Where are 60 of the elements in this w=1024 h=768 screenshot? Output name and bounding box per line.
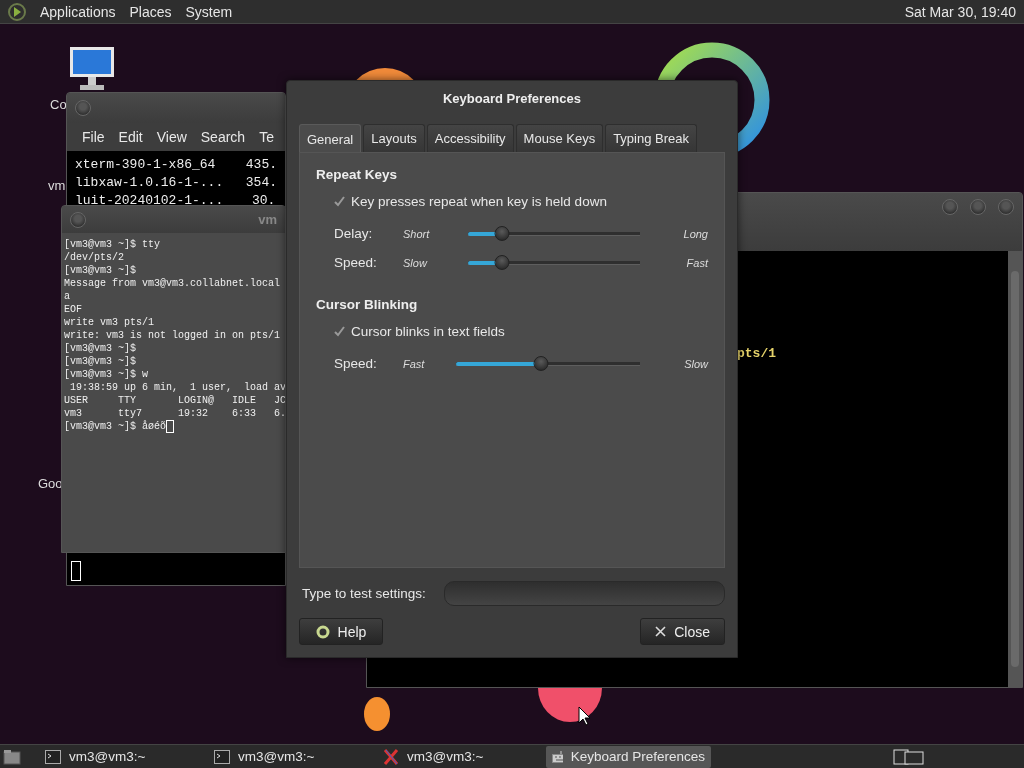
- terminal-line: 19:38:59 up 6 min, 1 user, load av: [69, 381, 283, 394]
- window-title: vm: [258, 212, 277, 227]
- terminal-line: write vm3 pts/1: [64, 316, 155, 329]
- taskbar-button[interactable]: vm3@vm3:~: [208, 745, 373, 768]
- desktop-icon-label[interactable]: Co: [50, 97, 67, 112]
- terminal-line: [vm3@vm3 ~]$: [64, 342, 137, 355]
- terminal-line: vm3 tty7 19:32 6:33 6.: [64, 407, 283, 420]
- panel-menu[interactable]: Applications: [40, 3, 116, 20]
- terminal-line: Message from vm3@vm3.collabnet.local: [64, 277, 282, 290]
- package-size: 354.: [245, 174, 277, 190]
- slider-min-label: Fast: [403, 357, 425, 370]
- menu-item[interactable]: Te: [252, 129, 281, 145]
- package-size: 30.: [252, 192, 276, 208]
- panel-menu[interactable]: System: [185, 3, 233, 20]
- panel-menu[interactable]: Places: [129, 3, 172, 20]
- slider-max-label: Slow: [684, 357, 708, 370]
- taskbar-button[interactable]: Keyboard Preferences: [546, 745, 711, 768]
- checkbox-label[interactable]: Key presses repeat when key is held down: [351, 194, 607, 209]
- slider-max-label: Long: [683, 227, 708, 240]
- tab[interactable]: Mouse Keys: [515, 124, 604, 152]
- slider-min-label: Short: [403, 227, 430, 240]
- terminal-line: [vm3@vm3 ~]$ tty: [64, 238, 161, 251]
- package-name: xterm-390-1-x86_64: [75, 156, 217, 172]
- slider-label: Speed:: [334, 255, 378, 270]
- package-name: luit-20240102-1-...: [75, 192, 225, 208]
- package-name: libxaw-1.0.16-1-...: [75, 174, 225, 190]
- terminal-line: [vm3@vm3 ~]$ åøéõ: [64, 420, 283, 434]
- terminal-line: EOF: [64, 303, 83, 316]
- terminal-line: write: vm3 is not logged in on pts/1: [64, 329, 282, 342]
- desktop-icon-label[interactable]: vm: [48, 178, 66, 193]
- help-button[interactable]: Help: [299, 618, 383, 645]
- slider-label: Delay:: [334, 226, 374, 241]
- slider-min-label: Slow: [403, 256, 427, 269]
- menu-item[interactable]: Search: [193, 129, 253, 145]
- menu-item[interactable]: View: [149, 129, 194, 145]
- terminal-line: pts/1: [737, 346, 776, 361]
- menu-item[interactable]: Edit: [111, 129, 150, 145]
- menu-item[interactable]: File: [75, 129, 112, 145]
- tab[interactable]: Layouts: [363, 124, 425, 152]
- terminal-line: USER TTY LOGIN@ IDLE JC: [64, 394, 283, 407]
- clock-text: Sat Mar 30, 19:40: [904, 3, 1016, 20]
- dialog-title: Keyboard Preferences: [443, 90, 581, 106]
- terminal-line: /dev/pts/2: [64, 251, 125, 264]
- terminal-line: [vm3@vm3 ~]$: [64, 264, 137, 277]
- close-button[interactable]: Close: [640, 618, 725, 645]
- tab[interactable]: General: [299, 124, 362, 153]
- field-label: Type to test settings:: [301, 585, 426, 601]
- tab[interactable]: Typing Break: [605, 124, 697, 152]
- slider-max-label: Fast: [686, 256, 708, 269]
- slider-label: Speed:: [334, 356, 378, 371]
- tab[interactable]: Accessibility: [426, 124, 514, 152]
- package-size: 435.: [245, 156, 277, 172]
- taskbar-button[interactable]: vm3@vm3:~: [39, 745, 204, 768]
- terminal-line: [vm3@vm3 ~]$ w: [64, 368, 149, 381]
- taskbar-button[interactable]: vm3@vm3:~: [377, 745, 542, 768]
- terminal-line: a: [64, 290, 71, 303]
- section-heading: Repeat Keys: [316, 167, 399, 182]
- section-heading: Cursor Blinking: [316, 297, 419, 312]
- terminal-line: [vm3@vm3 ~]$: [64, 355, 137, 368]
- checkbox-label[interactable]: Cursor blinks in text fields: [351, 324, 505, 339]
